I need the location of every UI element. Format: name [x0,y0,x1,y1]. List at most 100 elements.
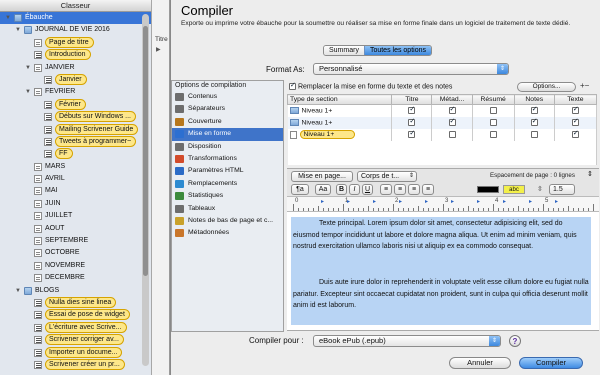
binder-item[interactable]: Février [0,98,151,111]
section-checkbox[interactable] [571,129,579,138]
highlight-color-swatch[interactable]: abc [503,185,525,194]
binder-item[interactable]: AVRIL [0,173,151,185]
tab-stop-icon[interactable]: ▸ [529,198,532,205]
binder-item[interactable]: MAI [0,185,151,197]
disclosure-triangle-icon[interactable]: ▼ [14,285,22,297]
page-setup-button[interactable]: Mise en page... [291,171,353,182]
section-checkbox[interactable] [489,130,497,138]
binder-item[interactable]: Tweets à programmer~ [0,135,151,148]
add-remove-icon[interactable]: +− [580,81,589,90]
tab-stop-icon[interactable]: ▸ [347,198,350,205]
page-spacing-stepper[interactable]: ⇕ [587,170,593,178]
option-item[interactable]: Couverture [172,116,283,128]
section-checkbox[interactable] [530,117,538,126]
line-spacing-popup[interactable]: 1.5 [549,184,575,195]
italic-button[interactable]: I [349,184,360,195]
compile-button[interactable]: Compiler [519,357,583,369]
editor-expand-triangle-icon[interactable]: ▶ [156,46,161,53]
table-row[interactable]: Niveau 1+ [287,128,598,141]
section-checkbox[interactable] [489,118,497,126]
binder-item[interactable]: Introduction [0,49,151,61]
align-justify-icon[interactable]: ≡ [422,184,434,195]
bold-button[interactable]: B [336,184,347,195]
binder-item[interactable]: NOVEMBRE [0,260,151,272]
binder-item[interactable]: JUIN [0,198,151,210]
binder-item[interactable]: Page de titre [0,36,151,49]
align-right-icon[interactable]: ≡ [408,184,420,195]
tab-stop-icon[interactable]: ▸ [451,198,454,205]
tab-stop-icon[interactable]: ▸ [477,198,480,205]
tab-stop-icon[interactable]: ▸ [503,198,506,205]
cancel-button[interactable]: Annuler [449,357,511,369]
option-item[interactable]: Statistiques [172,190,283,202]
binder-item[interactable]: ▼ BLOGS [0,285,151,297]
table-row[interactable]: Niveau 1+ [287,116,598,129]
paragraph-style-button[interactable]: ¶a [291,184,309,195]
option-item[interactable]: Contenus [172,91,283,103]
option-item[interactable]: Transformations [172,153,283,165]
font-button[interactable]: Aa [315,184,331,195]
binder-item[interactable]: Débuts sur Windows ... [0,111,151,123]
section-checkbox[interactable] [530,105,538,115]
options-button[interactable]: Options... [517,82,576,92]
section-checkbox[interactable] [530,130,538,138]
option-item[interactable]: Paramètres HTML [172,165,283,177]
binder-item[interactable]: Essai de pose de widget [0,309,151,321]
option-item[interactable]: Tableaux [172,203,283,215]
binder-item[interactable]: Mailing Scrivener Guide [0,123,151,136]
binder-item[interactable]: ▼ JANVIER [0,62,151,74]
binder-item[interactable]: Scrivener corriger av... [0,334,151,346]
section-checkbox[interactable] [571,105,579,115]
section-checkbox[interactable] [408,117,416,126]
binder-item[interactable]: Scrivener créer un pr... [0,358,151,371]
binder-item[interactable]: DECEMBRE [0,272,151,284]
sample-text-area[interactable]: Texte principal. Lorem ipsum dolor sit a… [287,212,599,331]
binder-item[interactable]: Janvier [0,73,151,86]
binder-item[interactable]: Importer un docume... [0,346,151,359]
column-header[interactable]: Titre [391,94,433,105]
binder-item[interactable]: OCTOBRE [0,247,151,259]
tab-stop-icon[interactable]: ▸ [321,198,324,205]
tab-stop-icon[interactable]: ▸ [373,198,376,205]
option-item[interactable]: Métadonnées [172,227,283,239]
column-header[interactable]: Texte [553,94,598,105]
underline-button[interactable]: U [362,184,373,195]
section-checkbox[interactable] [571,117,579,126]
tab-stop-icon[interactable]: ▸ [555,198,558,205]
binder-item[interactable]: AOUT [0,223,151,235]
tab-all-options[interactable]: Toutes les options [363,46,431,55]
body-style-popup[interactable]: Corps de t... ⇕ [357,171,417,182]
text-color-swatch[interactable] [477,186,499,193]
binder-item[interactable]: ▼ JOURNAL DE VIE 2016 [0,24,151,36]
option-item[interactable]: Disposition [172,141,283,153]
tab-summary[interactable]: Summary [324,46,364,55]
option-item[interactable]: Notes de bas de page et c... [172,215,283,227]
override-checkbox[interactable] [289,81,296,90]
section-checkbox[interactable] [408,129,416,138]
section-checkbox[interactable] [408,105,416,115]
disclosure-triangle-icon[interactable]: ▼ [24,62,32,74]
section-checkbox[interactable] [448,130,456,138]
disclosure-triangle-icon[interactable]: ▼ [14,24,22,36]
section-checkbox[interactable] [489,107,497,115]
binder-item[interactable]: JUILLET [0,210,151,222]
binder-item[interactable]: MARS [0,161,151,173]
column-header[interactable]: Notes [513,94,555,105]
option-item[interactable]: Séparateurs [172,103,283,115]
text-ruler[interactable]: 0 1 2 3 4 5 ▸ ▸ ▸ ▸ ▸ ▸ ▸ ▸ ▸ ▸ [287,196,599,212]
binder-item[interactable]: SEPTEMBRE [0,235,151,247]
tab-stop-icon[interactable]: ▸ [399,198,402,205]
align-center-icon[interactable]: ≡ [394,184,406,195]
option-item[interactable]: Remplacements [172,178,283,190]
disclosure-triangle-icon[interactable]: ▼ [24,86,32,98]
disclosure-triangle-icon[interactable]: ▼ [4,12,12,24]
option-item[interactable]: Mise en forme [172,128,283,141]
tab-stop-icon[interactable]: ▸ [425,198,428,205]
section-checkbox[interactable] [448,105,456,115]
column-header[interactable]: Résumé [471,94,515,105]
section-checkbox[interactable] [448,117,456,126]
binder-item[interactable]: ▼ Ébauche [0,12,151,25]
binder-item[interactable]: L'écriture avec Scrive... [0,321,151,334]
binder-item[interactable]: FF [0,148,151,160]
column-header[interactable]: Métad... [431,94,473,105]
